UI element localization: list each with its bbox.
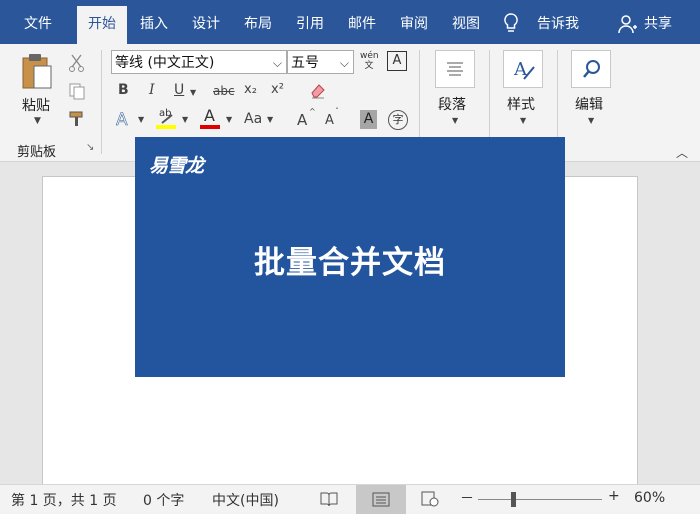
copy-icon[interactable] — [68, 82, 86, 100]
font-size-value: 五号 — [291, 55, 319, 71]
paste-icon[interactable] — [20, 52, 54, 92]
language-indicator[interactable]: 中文(中国) — [212, 490, 279, 510]
highlight-color-bar — [156, 125, 176, 129]
shrink-font-button[interactable]: A — [325, 113, 334, 128]
font-color-dropdown-icon[interactable]: ▼ — [226, 115, 232, 124]
tab-references[interactable]: 引用 — [286, 0, 334, 44]
text-effects-button[interactable]: A — [116, 110, 128, 131]
editing-button[interactable] — [571, 50, 611, 88]
read-mode-icon[interactable] — [320, 491, 338, 507]
share-person-icon[interactable] — [618, 14, 638, 34]
clear-formatting-icon[interactable] — [309, 81, 327, 99]
italic-button[interactable]: I — [149, 82, 155, 98]
phonetic-guide-icon[interactable]: wén 文 — [360, 51, 379, 71]
tab-mailings[interactable]: 邮件 — [338, 0, 386, 44]
font-name-combo[interactable]: 等线 (中文正文) ⌵ — [111, 50, 287, 74]
font-color-bar — [200, 125, 220, 129]
tab-review[interactable]: 审阅 — [390, 0, 438, 44]
paste-label[interactable]: 粘贴 — [22, 95, 50, 115]
chevron-down-icon[interactable]: ⌵ — [273, 51, 282, 75]
change-case-button[interactable]: Aa — [244, 111, 262, 127]
underline-dropdown-icon[interactable]: ▼ — [190, 88, 196, 97]
subscript-button[interactable]: x₂ — [244, 82, 257, 97]
overlay-banner-image: 易雪龙 批量合并文档 — [135, 137, 565, 377]
format-painter-icon[interactable] — [68, 110, 86, 128]
font-name-value: 等线 (中文正文) — [115, 55, 215, 71]
grow-font-button[interactable]: A — [297, 111, 307, 129]
ribbon-tab-bar: 文件 开始 插入 设计 布局 引用 邮件 审阅 视图 告诉我 共享 — [0, 0, 700, 44]
zoom-level[interactable]: 60% — [634, 490, 665, 506]
font-color-button[interactable]: A — [200, 106, 220, 129]
font-size-combo[interactable]: 五号 ⌵ — [287, 50, 354, 74]
change-case-dropdown-icon[interactable]: ▼ — [267, 115, 273, 124]
cut-icon[interactable] — [68, 54, 86, 72]
paragraph-label[interactable]: 段落 — [438, 94, 466, 114]
enclose-characters-button[interactable]: 字 — [388, 110, 408, 130]
web-layout-icon[interactable] — [421, 491, 439, 507]
editing-dropdown-icon[interactable]: ▼ — [588, 116, 594, 125]
tell-me-box[interactable]: 告诉我 — [528, 0, 588, 44]
print-layout-button[interactable] — [356, 485, 406, 514]
tab-layout[interactable]: 布局 — [234, 0, 282, 44]
underline-button[interactable]: U — [174, 82, 184, 98]
font-color-label: A — [204, 106, 215, 125]
character-border-icon[interactable]: A — [387, 51, 407, 71]
highlight-button[interactable]: ab — [156, 108, 178, 129]
tab-home[interactable]: 开始 — [77, 6, 127, 44]
word-count[interactable]: 0 个字 — [143, 490, 184, 510]
grow-arrow-icon: ^ — [309, 107, 316, 116]
tab-insert[interactable]: 插入 — [130, 0, 178, 44]
text-effects-dropdown-icon[interactable]: ▼ — [138, 115, 144, 124]
character-shading-button[interactable]: A — [360, 110, 377, 129]
group-divider — [101, 50, 102, 154]
highlight-dropdown-icon[interactable]: ▼ — [182, 115, 188, 124]
share-button[interactable]: 共享 — [638, 0, 678, 44]
strikethrough-button[interactable]: abc — [213, 84, 235, 98]
superscript-button[interactable]: x² — [271, 82, 284, 97]
tab-view[interactable]: 视图 — [442, 0, 490, 44]
brand-logo: 易雪龙 — [149, 155, 204, 177]
clipboard-group-label: 剪贴板 — [17, 145, 57, 160]
tell-me-lightbulb-icon[interactable] — [500, 12, 522, 34]
clipboard-launcher-icon[interactable]: ↘ — [86, 142, 94, 153]
paragraph-button[interactable] — [435, 50, 475, 88]
bold-button[interactable]: B — [118, 82, 129, 98]
banner-title: 批量合并文档 — [254, 245, 446, 281]
styles-label[interactable]: 样式 — [507, 94, 535, 114]
shrink-arrow-icon: ˇ — [335, 107, 339, 116]
paragraph-dropdown-icon[interactable]: ▼ — [452, 116, 458, 125]
paste-dropdown-icon[interactable]: ▼ — [34, 116, 41, 126]
page-count[interactable]: 第 1 页，共 1 页 — [11, 490, 117, 510]
styles-dropdown-icon[interactable]: ▼ — [520, 116, 526, 125]
zoom-out-button[interactable]: － — [460, 488, 474, 508]
editing-label[interactable]: 编辑 — [575, 94, 603, 114]
status-bar: 第 1 页，共 1 页 0 个字 中文(中国) － + 60% — [0, 484, 700, 514]
styles-button[interactable]: A — [503, 50, 543, 88]
zoom-in-button[interactable]: + — [608, 488, 620, 504]
zoom-slider-thumb[interactable] — [511, 492, 516, 507]
tab-file[interactable]: 文件 — [10, 0, 66, 44]
tab-design[interactable]: 设计 — [182, 0, 230, 44]
chevron-down-icon[interactable]: ⌵ — [340, 51, 349, 75]
collapse-ribbon-icon[interactable]: ︿ — [676, 144, 688, 161]
zoom-slider-track[interactable] — [478, 499, 602, 500]
